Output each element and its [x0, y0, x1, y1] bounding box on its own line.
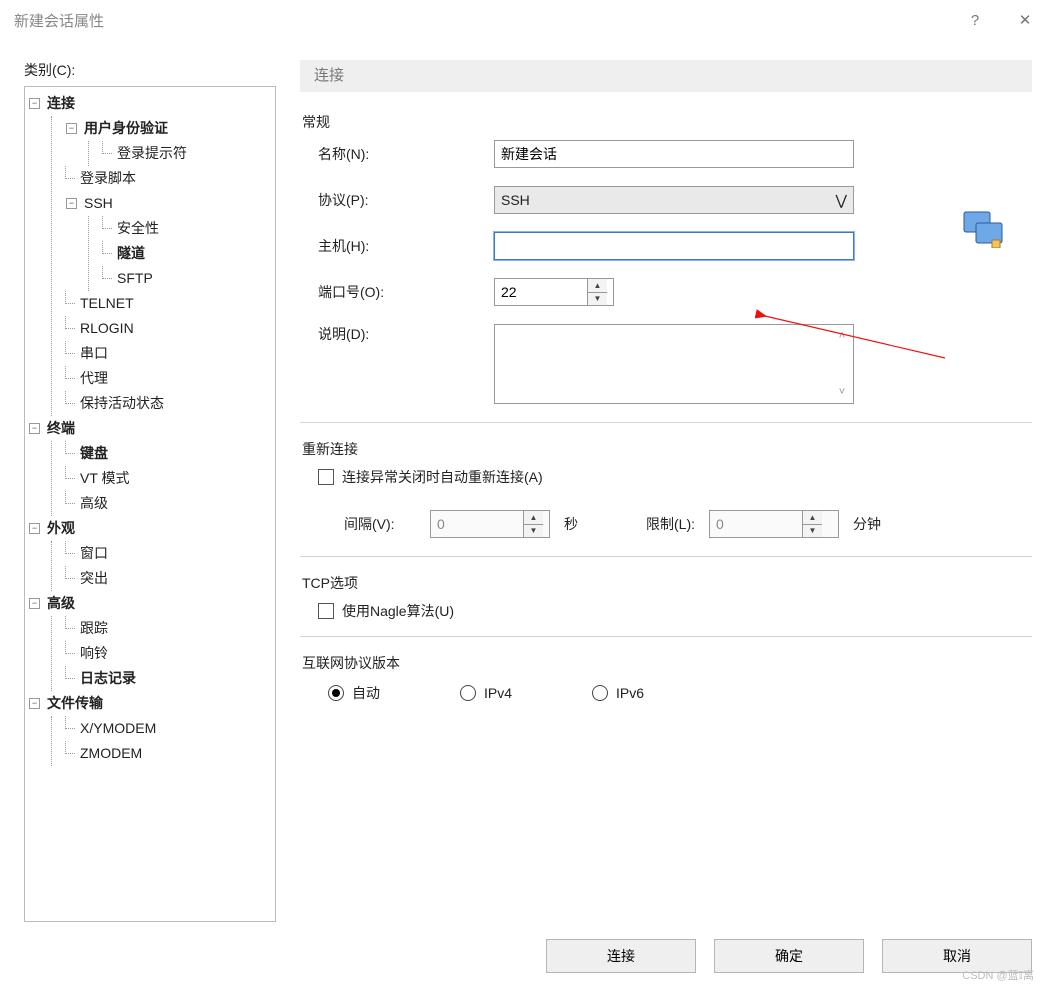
- session-icon: [962, 210, 1004, 248]
- host-label: 主机(H):: [318, 236, 494, 256]
- desc-label: 说明(D):: [318, 324, 494, 344]
- chevron-down-icon: ⋁: [836, 192, 847, 209]
- spinner-down-icon[interactable]: ▼: [587, 293, 607, 306]
- tree-toggle-icon[interactable]: −: [29, 98, 40, 109]
- name-input[interactable]: [494, 140, 854, 168]
- tree-node-tunnel[interactable]: 隧道: [117, 245, 145, 261]
- tree-node-connection[interactable]: 连接: [47, 95, 75, 111]
- tree-toggle-icon[interactable]: −: [29, 523, 40, 534]
- tree-node-vt-mode[interactable]: VT 模式: [80, 470, 130, 486]
- ok-button[interactable]: 确定: [714, 939, 864, 973]
- tree-node-login-prompt[interactable]: 登录提示符: [117, 145, 187, 161]
- tree-toggle-icon[interactable]: −: [66, 198, 77, 209]
- tree-node-highlight[interactable]: 突出: [80, 570, 108, 586]
- nagle-checkbox-label: 使用Nagle算法(U): [342, 601, 454, 621]
- tree-node-keyboard[interactable]: 键盘: [80, 445, 108, 461]
- tree-node-ssh[interactable]: SSH: [84, 195, 113, 211]
- panel-header: 连接: [300, 60, 1032, 92]
- tree-node-terminal[interactable]: 终端: [47, 420, 75, 436]
- group-reconnect-title: 重新连接: [302, 439, 1032, 459]
- spinner-down-icon[interactable]: ▼: [523, 525, 543, 538]
- reconnect-checkbox-label: 连接异常关闭时自动重新连接(A): [342, 467, 543, 487]
- desc-textarea[interactable]: ˄ ˅: [494, 324, 854, 404]
- tree-toggle-icon[interactable]: −: [66, 123, 77, 134]
- tree-node-zmodem[interactable]: ZMODEM: [80, 745, 142, 761]
- protocol-value: SSH: [501, 192, 530, 208]
- port-label: 端口号(O):: [318, 282, 494, 302]
- group-tcp-title: TCP选项: [302, 573, 1032, 593]
- tree-node-file-transfer[interactable]: 文件传输: [47, 695, 103, 711]
- checkbox-icon: [318, 603, 334, 619]
- tree-node-trace[interactable]: 跟踪: [80, 620, 108, 636]
- tree-node-logging[interactable]: 日志记录: [80, 670, 136, 686]
- category-label: 类别(C):: [24, 60, 276, 80]
- tree-node-advanced-term[interactable]: 高级: [80, 495, 108, 511]
- reconnect-checkbox[interactable]: 连接异常关闭时自动重新连接(A): [318, 467, 543, 487]
- limit-input: [710, 511, 802, 537]
- tree-node-login-script[interactable]: 登录脚本: [80, 170, 136, 186]
- divider: [300, 636, 1032, 637]
- watermark: CSDN @蓝𝕀离: [962, 967, 1034, 983]
- tree-node-rlogin[interactable]: RLOGIN: [80, 320, 134, 336]
- connect-button[interactable]: 连接: [546, 939, 696, 973]
- protocol-select[interactable]: SSH ⋁: [494, 186, 854, 214]
- tree-toggle-icon[interactable]: −: [29, 423, 40, 434]
- tree-node-bell[interactable]: 响铃: [80, 645, 108, 661]
- tree-node-telnet[interactable]: TELNET: [80, 295, 134, 311]
- checkbox-icon: [318, 469, 334, 485]
- titlebar: 新建会话属性 ? ✕: [0, 0, 1050, 40]
- ip-auto-label: 自动: [352, 683, 380, 703]
- ip-v6-label: IPv6: [616, 685, 644, 701]
- radio-icon: [328, 685, 344, 701]
- group-general-title: 常规: [302, 112, 1032, 132]
- tree-node-window[interactable]: 窗口: [80, 545, 108, 561]
- tree-node-sftp[interactable]: SFTP: [117, 270, 153, 286]
- tree-node-xymodem[interactable]: X/YMODEM: [80, 720, 156, 736]
- limit-spinner[interactable]: ▲ ▼: [709, 510, 839, 538]
- ip-auto-radio[interactable]: 自动: [328, 683, 380, 703]
- ip-v4-radio[interactable]: IPv4: [460, 683, 512, 703]
- tree-node-serial[interactable]: 串口: [80, 345, 108, 361]
- host-input[interactable]: [494, 232, 854, 260]
- close-icon[interactable]: ✕: [1000, 0, 1050, 40]
- help-icon[interactable]: ?: [950, 0, 1000, 40]
- tree-node-user-auth[interactable]: 用户身份验证: [84, 120, 168, 136]
- seconds-label: 秒: [564, 514, 578, 534]
- interval-input: [431, 511, 523, 537]
- tree-toggle-icon[interactable]: −: [29, 698, 40, 709]
- tree-node-appearance[interactable]: 外观: [47, 520, 75, 536]
- protocol-label: 协议(P):: [318, 190, 494, 210]
- interval-label: 间隔(V):: [344, 514, 416, 534]
- scroll-down-icon[interactable]: ˅: [833, 383, 851, 401]
- group-ip-title: 互联网协议版本: [302, 653, 1032, 673]
- tree-node-keepalive[interactable]: 保持活动状态: [80, 395, 164, 411]
- ip-v4-label: IPv4: [484, 685, 512, 701]
- limit-label: 限制(L):: [646, 514, 695, 534]
- spinner-up-icon[interactable]: ▲: [523, 511, 543, 525]
- ip-v6-radio[interactable]: IPv6: [592, 683, 644, 703]
- tree-node-security[interactable]: 安全性: [117, 220, 159, 236]
- category-tree[interactable]: − 连接 − 用户身份验证 登录提示符 登录脚本 −: [24, 86, 276, 922]
- divider: [300, 556, 1032, 557]
- settings-panel: 连接 常规 名称(N): 协议(P): SSH ⋁ 主机(H): 端口号(O):: [300, 60, 1038, 896]
- radio-icon: [592, 685, 608, 701]
- minutes-label: 分钟: [853, 514, 881, 534]
- scroll-up-icon[interactable]: ˄: [833, 327, 851, 345]
- tree-node-proxy[interactable]: 代理: [80, 370, 108, 386]
- port-input[interactable]: [495, 279, 587, 305]
- radio-icon: [460, 685, 476, 701]
- window-title: 新建会话属性: [14, 10, 104, 31]
- divider: [300, 422, 1032, 423]
- spinner-up-icon[interactable]: ▲: [802, 511, 822, 525]
- port-spinner[interactable]: ▲ ▼: [494, 278, 614, 306]
- interval-spinner[interactable]: ▲ ▼: [430, 510, 550, 538]
- nagle-checkbox[interactable]: 使用Nagle算法(U): [318, 601, 454, 621]
- tree-toggle-icon[interactable]: −: [29, 598, 40, 609]
- tree-node-advanced[interactable]: 高级: [47, 595, 75, 611]
- name-label: 名称(N):: [318, 144, 494, 164]
- spinner-up-icon[interactable]: ▲: [587, 279, 607, 293]
- spinner-down-icon[interactable]: ▼: [802, 525, 822, 538]
